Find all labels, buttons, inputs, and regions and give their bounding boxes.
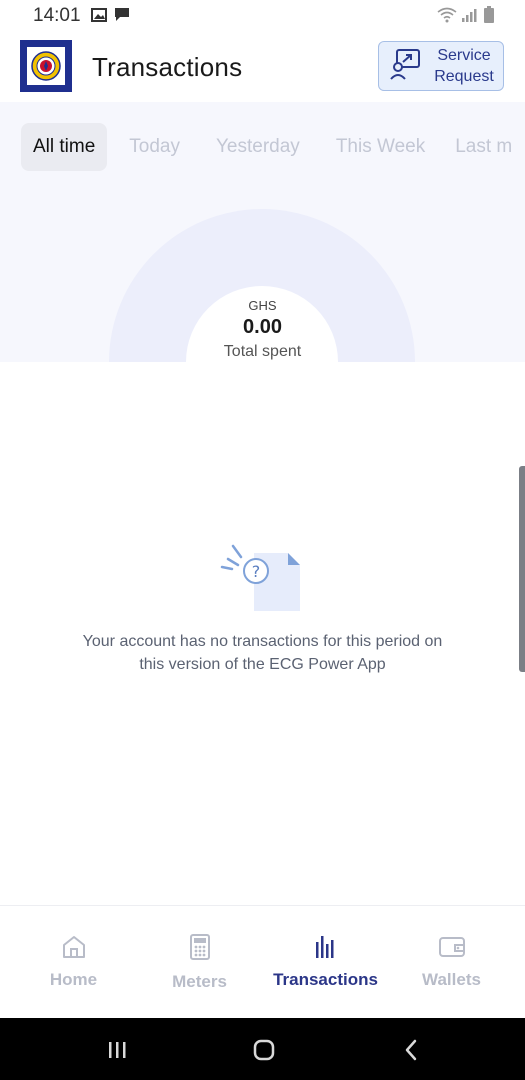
tab-this-week[interactable]: This Week bbox=[324, 123, 437, 171]
status-time: 14:01 bbox=[33, 5, 81, 26]
wifi-icon bbox=[437, 7, 457, 28]
tab-today[interactable]: Today bbox=[117, 123, 192, 171]
service-request-button[interactable]: Service Request bbox=[378, 41, 504, 91]
tab-yesterday[interactable]: Yesterday bbox=[204, 123, 312, 171]
tab-last-month[interactable]: Last m bbox=[443, 123, 524, 171]
status-system-icons bbox=[437, 6, 495, 29]
message-icon bbox=[114, 7, 130, 27]
nav-label-wallets: Wallets bbox=[422, 970, 481, 989]
recent-apps-icon[interactable] bbox=[102, 1036, 132, 1064]
image-icon bbox=[91, 7, 107, 27]
nav-item-wallets[interactable]: Wallets bbox=[386, 906, 517, 1018]
nav-label-home: Home bbox=[49, 970, 98, 989]
tab-all-time[interactable]: All time bbox=[21, 123, 108, 171]
home-button-icon[interactable] bbox=[249, 1036, 279, 1064]
gauge-currency: GHS bbox=[248, 298, 277, 313]
summary-area: All time Today Yesterday This Week Last … bbox=[0, 102, 525, 362]
signal-icon bbox=[461, 7, 479, 28]
nav-item-home[interactable]: Home bbox=[8, 906, 139, 1018]
nav-item-transactions[interactable]: Transactions bbox=[260, 906, 391, 1018]
empty-document-icon: ? bbox=[218, 543, 308, 620]
back-icon[interactable] bbox=[396, 1036, 426, 1064]
status-bar: 14:01 bbox=[0, 0, 525, 32]
service-request-label: Service Request bbox=[434, 47, 494, 85]
system-navigation-bar bbox=[0, 1018, 525, 1080]
battery-icon bbox=[483, 6, 495, 29]
ecg-logo bbox=[20, 40, 72, 92]
total-spent-label: Total spent bbox=[223, 343, 302, 360]
status-notification-icons bbox=[91, 7, 130, 27]
time-filter-tabs: All time Today Yesterday This Week Last … bbox=[21, 123, 524, 171]
wallet-icon bbox=[386, 934, 517, 960]
calculator-icon bbox=[134, 934, 265, 960]
svg-text:?: ? bbox=[252, 562, 261, 581]
nav-item-meters[interactable]: Meters bbox=[134, 906, 265, 1018]
nav-label-transactions: Transactions bbox=[273, 970, 378, 989]
service-request-icon bbox=[389, 47, 423, 86]
bottom-navigation: Home Meters Transactions Wallets bbox=[0, 905, 525, 1018]
scroll-handle[interactable] bbox=[519, 466, 525, 672]
page-title: Transactions bbox=[92, 52, 243, 82]
app-header: Transactions Service Request bbox=[0, 32, 525, 102]
home-icon bbox=[8, 934, 139, 960]
empty-state-message: Your account has no transactions for thi… bbox=[82, 633, 443, 673]
bar-chart-icon bbox=[260, 934, 391, 960]
total-spent-value: 0.00 bbox=[243, 316, 282, 338]
nav-label-meters: Meters bbox=[172, 972, 227, 991]
